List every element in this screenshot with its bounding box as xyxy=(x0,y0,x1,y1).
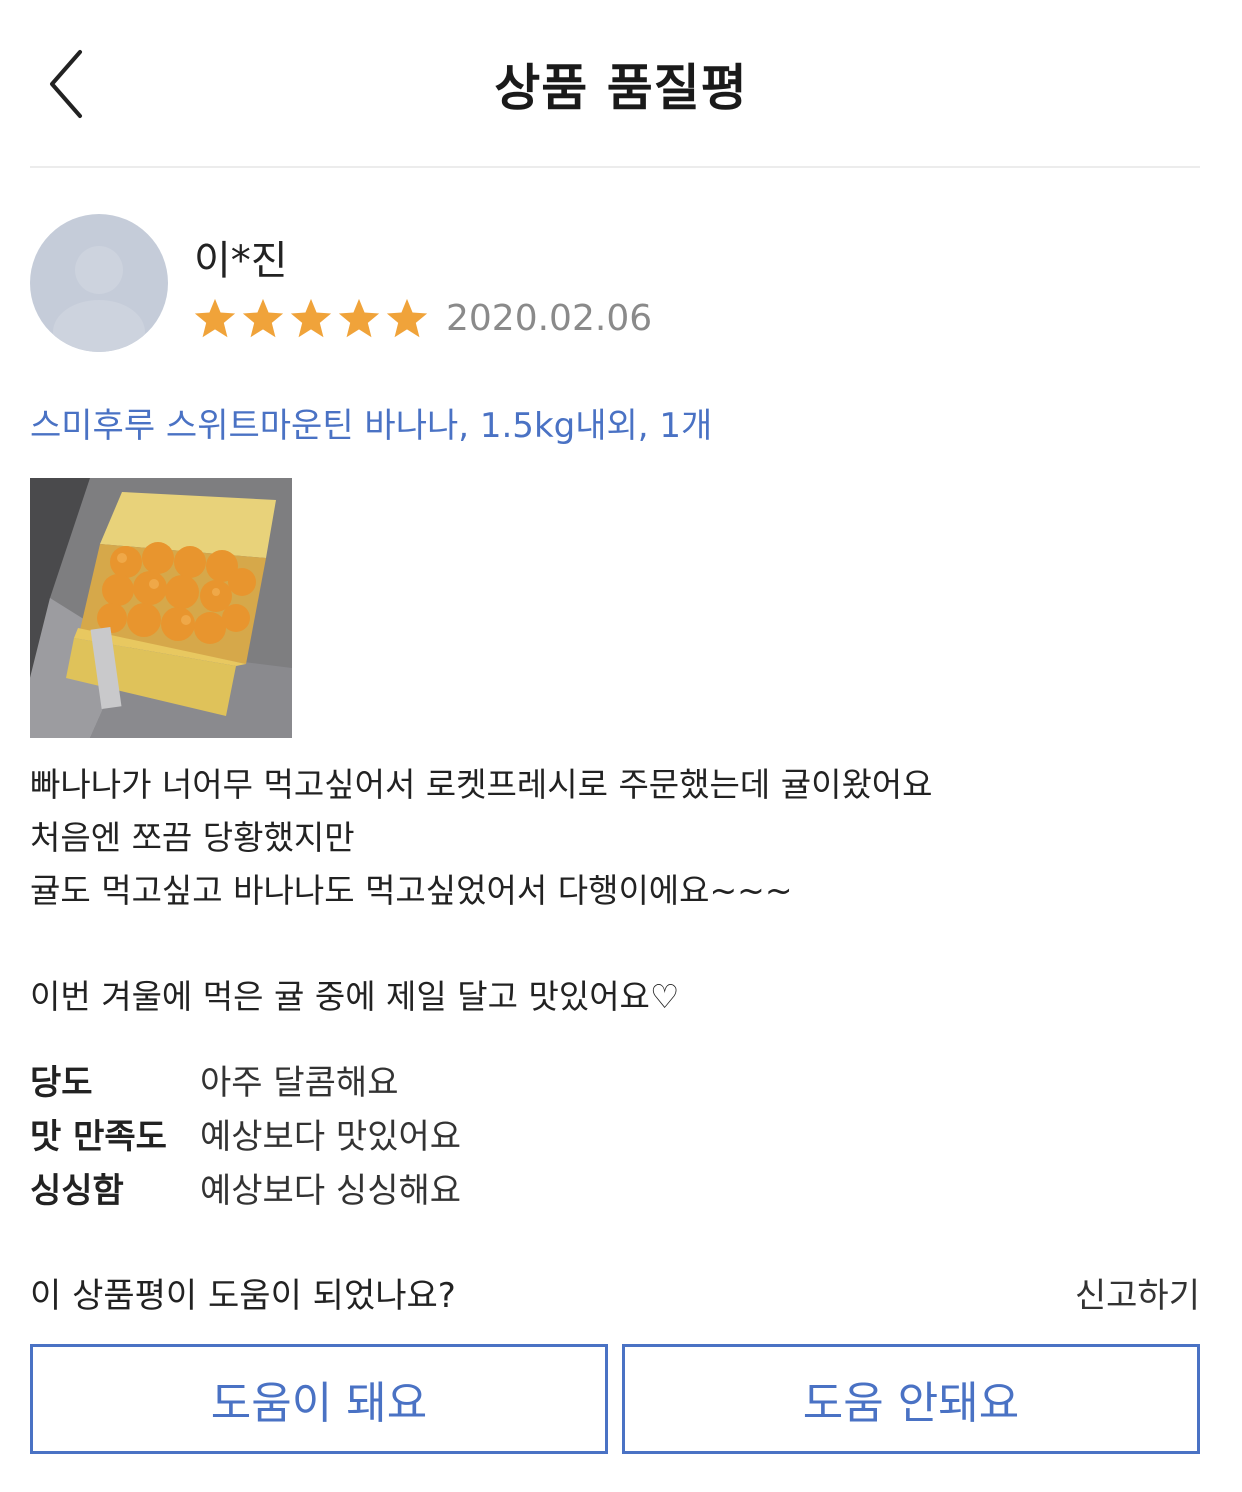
review-body: 빠나나가 너어무 먹고싶어서 로켓프레시로 주문했는데 귤이왔어요 처음엔 쪼끔… xyxy=(30,758,1210,1023)
rating-value: 아주 달콤해요 xyxy=(200,1062,399,1103)
rating-value: 예상보다 싱싱해요 xyxy=(200,1170,462,1211)
page-title: 상품 품질평 xyxy=(494,59,748,117)
review-page: 상품 품질평 이*진 2020.02.06 스미후루 스위트마운틴 바나나, 1… xyxy=(0,0,1242,1492)
header: 상품 품질평 xyxy=(0,0,1242,168)
rating-label: 당도 xyxy=(30,1062,93,1103)
user-placeholder-icon xyxy=(53,246,145,352)
not-helpful-button[interactable]: 도움 안돼요 xyxy=(622,1344,1200,1454)
product-name[interactable]: 스미후루 스위트마운틴 바나나, 1.5kg내외, 1개 xyxy=(30,398,712,447)
review-text-line: 이번 겨울에 먹은 귤 중에 제일 달고 맛있어요♡ xyxy=(30,977,680,1016)
review-photo[interactable] xyxy=(30,478,292,738)
reviewer-name: 이*진 xyxy=(194,238,288,284)
survey-ratings: 당도 아주 달콤해요 맛 만족도 예상보다 맛있어요 싱싱함 예상보다 싱싱해요 xyxy=(30,1052,730,1214)
review-text-line: 귤도 먹고싶고 바나나도 먹고싶었어서 다행이에요~~~ xyxy=(30,871,793,910)
review-photo-image xyxy=(30,478,292,738)
star-icon xyxy=(242,298,284,338)
avatar xyxy=(30,214,168,352)
rating-row-freshness: 싱싱함 예상보다 싱싱해요 xyxy=(30,1160,730,1214)
review-text-line: 빠나나가 너어무 먹고싶어서 로켓프레시로 주문했는데 귤이왔어요 xyxy=(30,765,933,804)
rating-row-taste: 맛 만족도 예상보다 맛있어요 xyxy=(30,1106,730,1160)
review-date: 2020.02.06 xyxy=(446,298,653,339)
star-rating xyxy=(192,296,430,346)
report-link[interactable]: 신고하기 xyxy=(1075,1268,1200,1317)
star-icon xyxy=(386,298,428,338)
rating-value: 예상보다 맛있어요 xyxy=(200,1116,462,1157)
helpful-button[interactable]: 도움이 돼요 xyxy=(30,1344,608,1454)
rating-label: 싱싱함 xyxy=(30,1170,124,1211)
star-icon xyxy=(290,298,332,338)
rating-row-sweetness: 당도 아주 달콤해요 xyxy=(30,1052,730,1106)
star-icon xyxy=(338,298,380,338)
header-divider xyxy=(30,166,1200,168)
star-icon xyxy=(194,298,236,338)
helpful-question: 이 상품평이 도움이 되었나요? xyxy=(30,1276,456,1316)
review-text-line: 처음엔 쪼끔 당황했지만 xyxy=(30,818,355,857)
rating-label: 맛 만족도 xyxy=(30,1116,167,1157)
